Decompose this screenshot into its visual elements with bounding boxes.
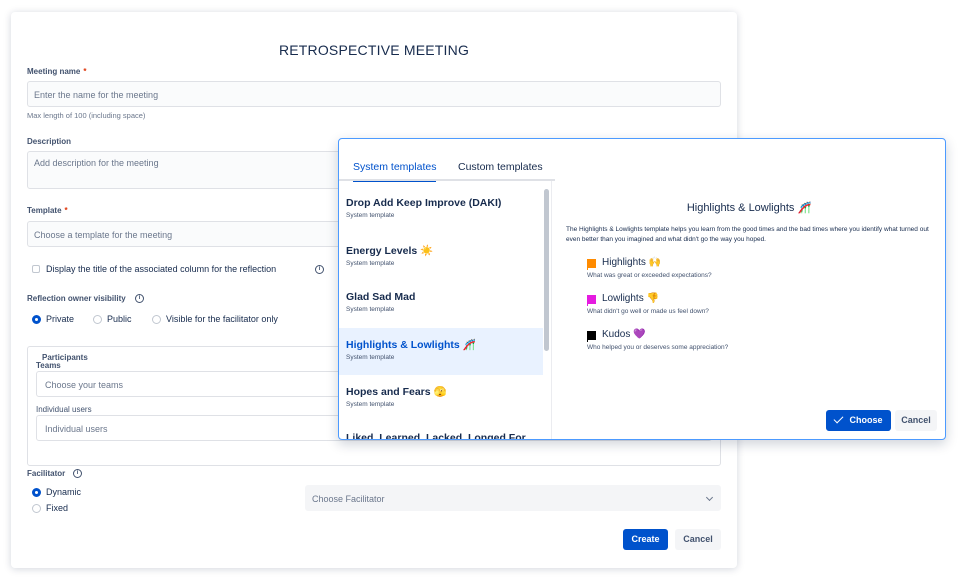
meeting-name-input[interactable]: Enter the name for the meeting	[27, 81, 721, 107]
visibility-label: Reflection owner visibility	[27, 294, 126, 303]
meeting-name-label-text: Meeting name	[27, 67, 81, 76]
chevron-down-icon	[705, 493, 714, 502]
column-description: Who helped you or deserves some apprecia…	[587, 344, 729, 351]
preview-description: The Highlights & Lowlights template help…	[566, 226, 929, 243]
visibility-private-label: Private	[46, 314, 75, 324]
choose-button[interactable]: Choose	[826, 410, 891, 431]
preview-title: Highlights & Lowlights 🎢	[686, 202, 812, 214]
facilitator-dynamic-radio[interactable]	[32, 488, 41, 497]
info-icon[interactable]: i	[315, 265, 324, 274]
page-title: RETROSPECTIVE MEETING	[278, 42, 470, 58]
template-name: Energy Levels ☀️	[346, 245, 434, 257]
users-label: Individual users	[36, 405, 92, 414]
list-item-selected[interactable]: Highlights & Lowlights 🎢 System template	[339, 328, 543, 375]
meeting-name-label: Meeting name *	[27, 67, 86, 76]
list-item[interactable]: Glad Sad Mad System template	[339, 281, 543, 328]
check-icon	[834, 413, 844, 424]
description-placeholder: Add description for the meeting	[34, 158, 159, 168]
template-type: System template	[346, 260, 395, 267]
display-title-checkbox-label: Display the title of the associated colu…	[46, 264, 277, 274]
template-label-text: Template	[27, 206, 62, 215]
template-name: Highlights & Lowlights 🎢	[346, 339, 476, 351]
description-label: Description	[27, 137, 72, 146]
list-scrollbar[interactable]	[544, 189, 549, 351]
list-item[interactable]: Hopes and Fears 🫣 System template	[339, 375, 543, 422]
facilitator-label: Facilitator	[27, 469, 66, 478]
info-icon[interactable]: i	[73, 469, 82, 478]
visibility-public-radio[interactable]	[93, 315, 102, 324]
template-picker-popup: System templates Custom templates Drop A…	[338, 138, 946, 440]
column-description: What was great or exceeded expectations?	[587, 272, 712, 279]
choose-button-label: Choose	[849, 415, 883, 425]
create-button[interactable]: Create	[623, 529, 668, 550]
facilitator-select[interactable]: Choose Facilitator	[305, 485, 721, 511]
tabs-underline	[339, 179, 555, 181]
template-type: System template	[346, 354, 395, 361]
facilitator-fixed-radio[interactable]	[32, 504, 41, 513]
list-item[interactable]: Drop Add Keep Improve (DAKI) System temp…	[339, 187, 543, 234]
template-list: Drop Add Keep Improve (DAKI) System temp…	[339, 187, 543, 440]
flag-icon	[587, 259, 596, 270]
template-name: Drop Add Keep Improve (DAKI)	[346, 197, 502, 209]
flag-icon	[587, 295, 596, 306]
list-item[interactable]: Energy Levels ☀️ System template	[339, 234, 543, 281]
template-type: System template	[346, 401, 395, 408]
facilitator-fixed-label: Fixed	[46, 503, 69, 513]
meeting-name-placeholder: Enter the name for the meeting	[34, 90, 159, 100]
users-placeholder: Individual users	[45, 424, 108, 434]
template-type: System template	[346, 306, 395, 313]
teams-placeholder: Choose your teams	[45, 380, 124, 390]
visibility-facilitator-radio[interactable]	[152, 315, 161, 324]
template-name: Glad Sad Mad	[346, 291, 416, 303]
template-name: Hopes and Fears 🫣	[346, 386, 447, 398]
template-name: Liked, Learned, Lacked, Longed For	[346, 432, 526, 440]
template-label: Template *	[27, 206, 68, 215]
visibility-private-radio[interactable]	[32, 315, 41, 324]
template-type: System template	[346, 212, 395, 219]
cancel-button[interactable]: Cancel	[675, 529, 721, 550]
column-name: Kudos 💜	[602, 329, 646, 340]
display-title-checkbox[interactable]	[32, 265, 40, 273]
template-placeholder: Choose a template for the meeting	[34, 230, 173, 240]
panel-divider	[551, 181, 552, 439]
popup-cancel-button[interactable]: Cancel	[895, 410, 937, 431]
required-mark: *	[64, 206, 68, 215]
tab-custom-templates[interactable]: Custom templates	[458, 161, 543, 180]
column-description: What didn't go well or made us feel down…	[587, 308, 709, 315]
meeting-name-hint: Max length of 100 (including space)	[27, 111, 146, 120]
info-icon[interactable]: i	[135, 294, 144, 303]
flag-icon	[587, 331, 596, 342]
column-name: Lowlights 👎	[602, 293, 659, 304]
visibility-facilitator-label: Visible for the facilitator only	[166, 314, 278, 324]
visibility-public-label: Public	[107, 314, 132, 324]
list-item[interactable]: Liked, Learned, Lacked, Longed For Syste…	[339, 422, 543, 440]
teams-label: Teams	[36, 361, 61, 370]
facilitator-placeholder: Choose Facilitator	[312, 494, 385, 504]
facilitator-dynamic-label: Dynamic	[46, 487, 82, 497]
column-name: Highlights 🙌	[602, 257, 662, 268]
required-mark: *	[83, 67, 87, 76]
